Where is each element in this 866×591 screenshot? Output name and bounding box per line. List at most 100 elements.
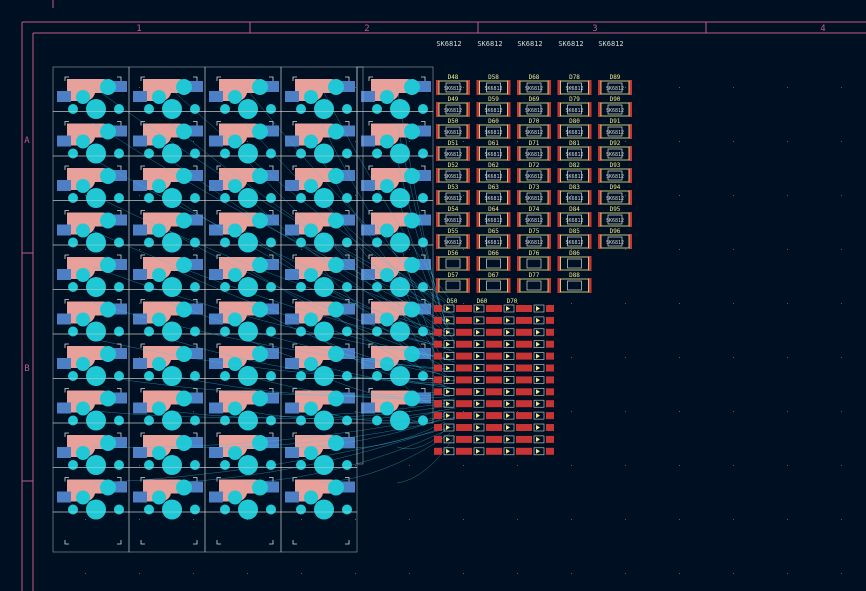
led-pad — [588, 212, 592, 227]
grid-dot — [517, 519, 518, 520]
grid-dot — [139, 87, 140, 88]
grid-dot — [841, 411, 842, 412]
grid-dot — [625, 573, 626, 574]
switch-pin-pad — [76, 357, 90, 371]
led-body-label: SK6812 — [565, 108, 583, 114]
led-pad — [517, 212, 520, 227]
switch-pin-pad — [176, 79, 192, 95]
diode-pad — [516, 435, 524, 443]
led-ref-label: D66 — [488, 250, 499, 257]
center-hole-pad — [314, 499, 334, 520]
led-body-label: SK6812 — [606, 108, 624, 114]
grid-dot — [679, 465, 680, 466]
stabilizer-pad — [68, 104, 78, 114]
led-pad — [629, 234, 632, 249]
led-pad — [588, 256, 592, 271]
center-hole-pad — [86, 455, 106, 475]
grid-dot — [733, 465, 734, 466]
led-pad — [436, 102, 439, 117]
led-pad — [588, 168, 592, 183]
back-copper-pad — [285, 402, 299, 414]
diode-pad — [456, 412, 464, 420]
led-ref-label: D84 — [569, 206, 580, 213]
switch-pin-pad — [228, 90, 242, 104]
led-pad — [629, 146, 632, 161]
grid-dot — [841, 573, 842, 574]
center-hole-pad — [86, 277, 106, 297]
switch-pin-pad — [152, 357, 166, 371]
diode-header-ref: D60 — [477, 298, 488, 305]
back-copper-pad — [57, 402, 71, 414]
stabilizer-pad — [190, 193, 200, 203]
back-copper-pad — [285, 491, 299, 503]
led-pad — [598, 168, 601, 183]
switch-pin-pad — [176, 257, 192, 273]
grid-dot — [679, 195, 680, 196]
led-ref-label: D96 — [610, 228, 621, 235]
stabilizer-pad — [190, 282, 200, 292]
grid-dot — [463, 573, 464, 574]
led-pad — [548, 146, 551, 161]
led-ref-label: D88 — [569, 272, 580, 279]
diode-pad — [524, 352, 532, 360]
led-pad — [467, 146, 470, 161]
grid-dot — [733, 87, 734, 88]
grid-dot — [787, 195, 788, 196]
diode-header-ref: D50 — [447, 298, 458, 305]
diode-pad — [486, 435, 494, 443]
diode-pad — [494, 376, 502, 384]
led-ref-label: D59 — [488, 96, 499, 103]
switch-pin-pad — [100, 435, 116, 451]
grid-dot — [679, 573, 680, 574]
led-body-label: SK6812 — [606, 196, 624, 202]
led-body-label: SK6812 — [484, 130, 502, 136]
diode-pad — [516, 388, 524, 396]
led-ref-label: D74 — [529, 206, 540, 213]
diode-pad — [456, 376, 464, 384]
frame-row-label-a: A — [24, 136, 30, 146]
led-pad — [548, 124, 551, 139]
back-copper-pad — [57, 358, 71, 369]
grid-dot — [409, 519, 410, 520]
switch-pin-pad — [76, 401, 90, 416]
led-header-label: SK6812 — [436, 40, 461, 48]
diode-pad — [456, 352, 464, 360]
diode-pad — [516, 364, 524, 372]
led-body-label: SK6812 — [525, 86, 543, 92]
pcb-editor-canvas[interactable]: 1 2 3 4 A B SK6812 SK6812 SK6812 SK6812 … — [0, 0, 866, 591]
switch-pin-pad — [152, 446, 166, 460]
diode-pad — [524, 412, 532, 420]
led-pad — [476, 190, 480, 205]
grid-dot — [85, 195, 86, 196]
led-body-label: SK6812 — [525, 218, 543, 224]
led-pad — [598, 102, 601, 117]
switch-pin-pad — [328, 390, 344, 407]
stabilizer-pad — [190, 504, 200, 515]
led-pad — [629, 124, 632, 139]
stabilizer-pad — [418, 104, 428, 114]
led-pad — [517, 256, 520, 271]
led-ref-label: D95 — [610, 206, 621, 213]
stabilizer-pad — [220, 371, 230, 381]
led-pad — [436, 80, 439, 95]
led-pad — [557, 278, 561, 293]
back-copper-pad — [133, 269, 147, 280]
led-ref-label: D54 — [448, 206, 459, 213]
led-pad — [436, 278, 439, 293]
grid-dot — [139, 249, 140, 250]
led-ref-label: D65 — [488, 228, 499, 235]
diode-pad — [546, 412, 554, 420]
led-ref-label: D76 — [529, 250, 540, 257]
led-body-label: SK6812 — [606, 86, 624, 92]
grid-dot — [355, 411, 356, 412]
switch-pin-pad — [152, 312, 166, 327]
led-ref-label: D75 — [529, 228, 540, 235]
back-copper-pad — [57, 491, 71, 503]
led-ref-label: D55 — [448, 228, 459, 235]
center-hole-pad — [86, 99, 106, 119]
diode-pad — [494, 412, 502, 420]
stabilizer-pad — [296, 415, 306, 426]
led-header-label: SK6812 — [598, 40, 623, 48]
led-body-label: SK6812 — [525, 240, 543, 246]
led-pad — [517, 80, 520, 95]
